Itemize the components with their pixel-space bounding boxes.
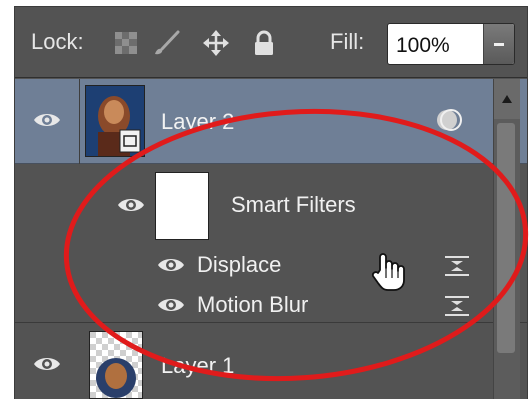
padlock-icon[interactable] — [249, 28, 279, 58]
smart-filters-group: Smart Filters Displace Motion Blur — [15, 164, 527, 323]
fill-input[interactable]: 100% — [387, 23, 515, 65]
smart-filters-mask-thumbnail[interactable] — [155, 172, 209, 240]
move-lock-icon[interactable] — [201, 28, 231, 58]
displace-eye-icon[interactable] — [157, 256, 185, 274]
layer-name-layer-1[interactable]: Layer 1 — [161, 353, 234, 379]
arrow-up-icon — [502, 95, 512, 103]
blending-options-icon[interactable] — [443, 294, 471, 318]
transparency-lock-icon[interactable] — [111, 28, 141, 58]
layer-1-thumbnail[interactable] — [89, 331, 143, 399]
layer-row-layer-1[interactable]: Layer 1 — [15, 323, 527, 399]
layers-scrollbar[interactable] — [493, 79, 520, 399]
fill-value[interactable]: 100% — [396, 34, 450, 58]
layers-panel: Lock: Fill: 100% Layer 2 Smart Filters D… — [14, 6, 528, 399]
scroll-up-button[interactable] — [494, 79, 520, 119]
smart-filters-eye-icon[interactable] — [117, 196, 145, 214]
fill-dropdown-button[interactable] — [483, 24, 514, 64]
blending-options-icon[interactable] — [443, 254, 471, 278]
motion-blur-eye-icon[interactable] — [157, 296, 185, 314]
scroll-thumb[interactable] — [497, 123, 515, 353]
eye-icon[interactable] — [33, 111, 61, 129]
layer-name-layer-2[interactable]: Layer 2 — [161, 109, 234, 135]
layer-2-thumbnail[interactable] — [85, 85, 145, 157]
smart-filters-label[interactable]: Smart Filters — [231, 192, 356, 218]
layer-row-layer-2[interactable]: Layer 2 — [15, 79, 527, 164]
layers-toolbar: Lock: Fill: 100% — [15, 7, 527, 78]
hand-cursor-icon — [371, 253, 405, 291]
filter-item-displace[interactable]: Displace — [197, 252, 281, 278]
lock-label: Lock: — [31, 29, 84, 54]
chevron-down-icon — [494, 43, 504, 46]
filter-item-motion-blur[interactable]: Motion Blur — [197, 292, 308, 318]
fill-label: Fill: — [330, 29, 365, 54]
smart-filter-options-icon[interactable] — [435, 107, 463, 133]
eye-icon[interactable] — [33, 355, 61, 373]
brush-lock-icon[interactable] — [151, 28, 181, 58]
